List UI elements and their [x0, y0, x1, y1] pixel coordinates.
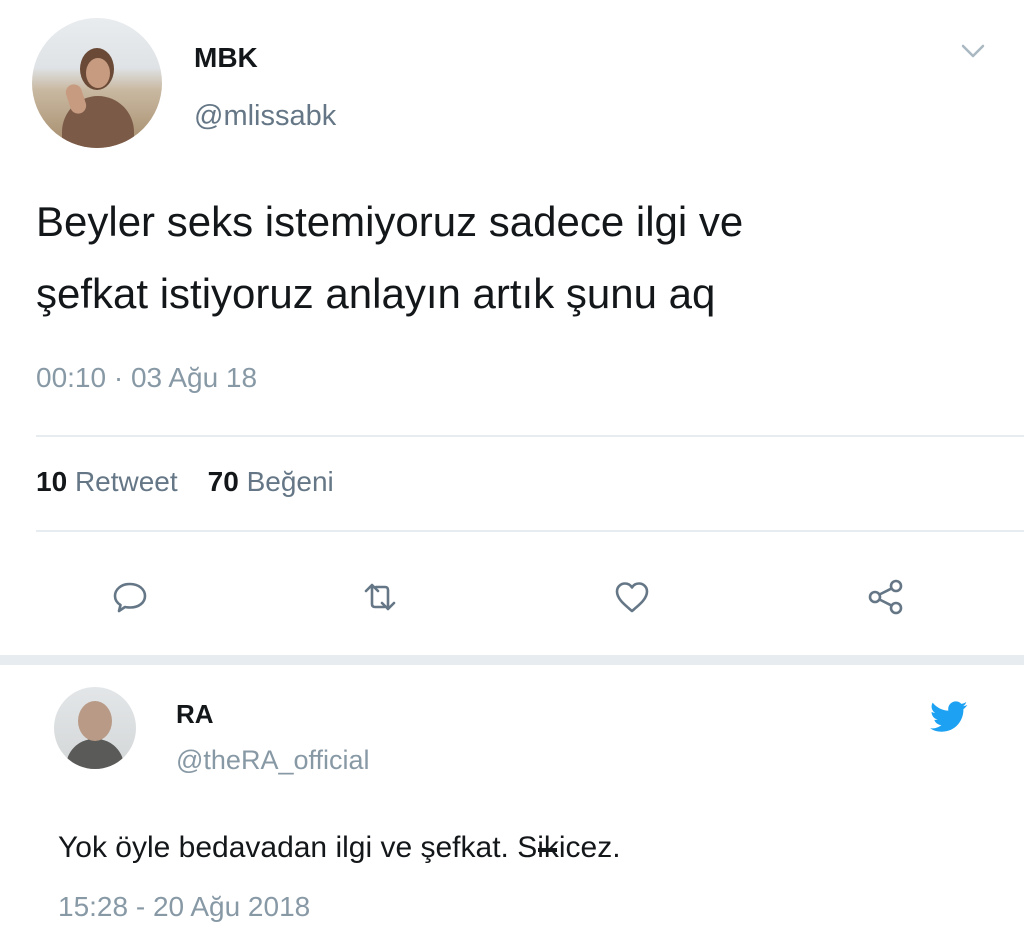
reply-text-start: Yok öyle bedavadan ilgi ve şefkat. S — [58, 831, 538, 864]
avatar-figure-body — [66, 739, 124, 769]
tweet-card: MBK @mlissabk Beyler seks istemiyoruz sa… — [0, 0, 1024, 655]
author-handle[interactable]: @theRA_official — [176, 745, 370, 776]
reply-tweet-card: RA @theRA_official Yok öyle bedavadan il… — [0, 665, 1024, 931]
like-label: Beğeni — [246, 466, 334, 497]
avatar[interactable] — [54, 687, 136, 769]
tweet-timestamp[interactable]: 00:10 · 03 Ağu 18 — [36, 362, 257, 394]
retweet-label: Retweet — [74, 466, 178, 497]
retweet-count: 10 — [36, 466, 68, 497]
retweet-icon[interactable] — [358, 575, 402, 619]
reply-timestamp[interactable]: 15:28 - 20 Ağu 2018 — [58, 891, 310, 923]
avatar[interactable] — [32, 18, 162, 148]
chevron-down-icon[interactable] — [958, 40, 988, 62]
avatar-figure-face — [86, 58, 110, 88]
section-divider — [0, 655, 1024, 665]
avatar-figure-face — [78, 701, 112, 741]
reply-text: Yok öyle bedavadan ilgi ve şefkat. Sikic… — [58, 831, 621, 865]
twitter-bird-icon[interactable] — [930, 701, 968, 733]
tweet-text-line: Beyler seks istemiyoruz sadece ilgi ve — [36, 198, 744, 245]
author-name[interactable]: RA — [176, 699, 214, 730]
reply-text-end: icez. — [558, 831, 621, 864]
retweet-stat[interactable]: 10 Retweet — [36, 466, 178, 497]
tweet-text: Beyler seks istemiyoruz sadece ilgi ve ş… — [36, 186, 1006, 330]
author-handle[interactable]: @mlissabk — [194, 100, 336, 133]
censored-text: ik — [537, 831, 559, 864]
author-name[interactable]: MBK — [194, 42, 258, 74]
reply-icon[interactable] — [108, 575, 152, 619]
like-count: 70 — [207, 466, 239, 497]
like-icon[interactable] — [610, 575, 654, 619]
divider — [36, 530, 1024, 532]
like-stat[interactable]: 70 Beğeni — [208, 466, 334, 497]
share-icon[interactable] — [864, 575, 908, 619]
divider — [36, 435, 1024, 437]
tweet-text-line: şefkat istiyoruz anlayın artık şunu aq — [36, 270, 716, 317]
tweet-stats: 10 Retweet 70 Beğeni — [36, 466, 334, 498]
